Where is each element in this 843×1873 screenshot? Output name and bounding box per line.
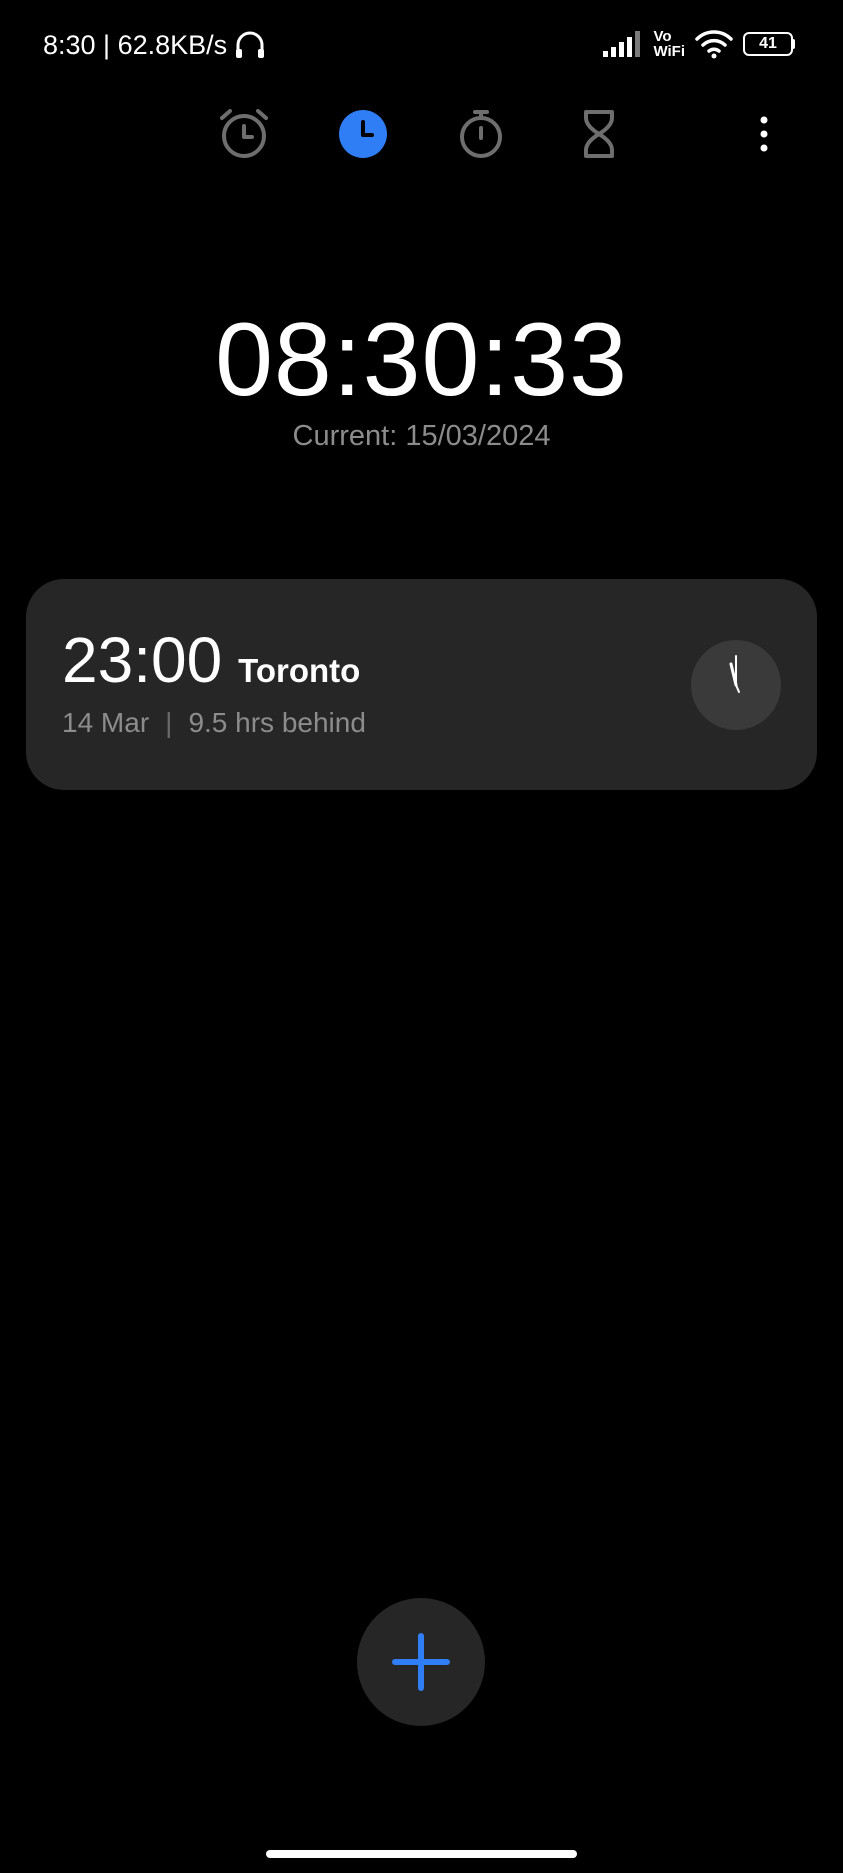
clock-icon	[339, 110, 387, 158]
city-offset: 9.5 hrs behind	[188, 707, 366, 738]
current-time: 08:30:33	[215, 302, 628, 418]
status-time-speed: 8:30 | 62.8KB/s	[43, 29, 228, 60]
city-date: 14 Mar	[62, 707, 150, 738]
vowifi-line2: WiFi	[653, 43, 685, 60]
status-right: Vo WiFi 41	[593, 22, 795, 66]
city-name: Toronto	[238, 652, 361, 689]
more-options-button[interactable]	[752, 108, 776, 160]
tab-clock[interactable]	[337, 108, 389, 160]
vowifi-line1: Vo	[653, 28, 672, 45]
status-left: 8:30 | 62.8KB/s	[43, 25, 267, 65]
tab-alarm[interactable]	[218, 108, 270, 160]
battery-tip	[792, 39, 795, 49]
home-indicator[interactable]	[266, 1850, 577, 1858]
headphone-icon	[236, 31, 265, 58]
tab-timer[interactable]	[573, 108, 625, 160]
battery-icon: 41	[743, 32, 795, 56]
plus-icon	[392, 1633, 450, 1691]
battery-level: 41	[743, 32, 793, 56]
world-clock-card-toronto[interactable]: 23:00 Toronto 14 Mar | 9.5 hrs behind	[26, 579, 817, 790]
city-time: 23:00	[62, 624, 223, 696]
city-subtitle: 14 Mar | 9.5 hrs behind	[62, 707, 366, 739]
city-separator: |	[165, 707, 173, 738]
hourglass-icon	[584, 110, 614, 158]
alarm-clock-icon	[220, 109, 268, 158]
more-vertical-icon	[760, 116, 768, 152]
wifi-icon	[695, 30, 733, 59]
current-date: Current: 15/03/2024	[292, 420, 551, 452]
stopwatch-icon	[460, 110, 502, 158]
city-time-row: 23:00 Toronto	[62, 623, 360, 697]
vowifi-indicator: Vo WiFi	[653, 29, 685, 59]
tab-stopwatch[interactable]	[455, 108, 507, 160]
add-city-button[interactable]	[357, 1598, 485, 1726]
status-bar: 8:30 | 62.8KB/s Vo WiFi 41	[0, 0, 843, 90]
signal-icon	[603, 31, 641, 57]
analog-clock-icon	[691, 640, 781, 730]
